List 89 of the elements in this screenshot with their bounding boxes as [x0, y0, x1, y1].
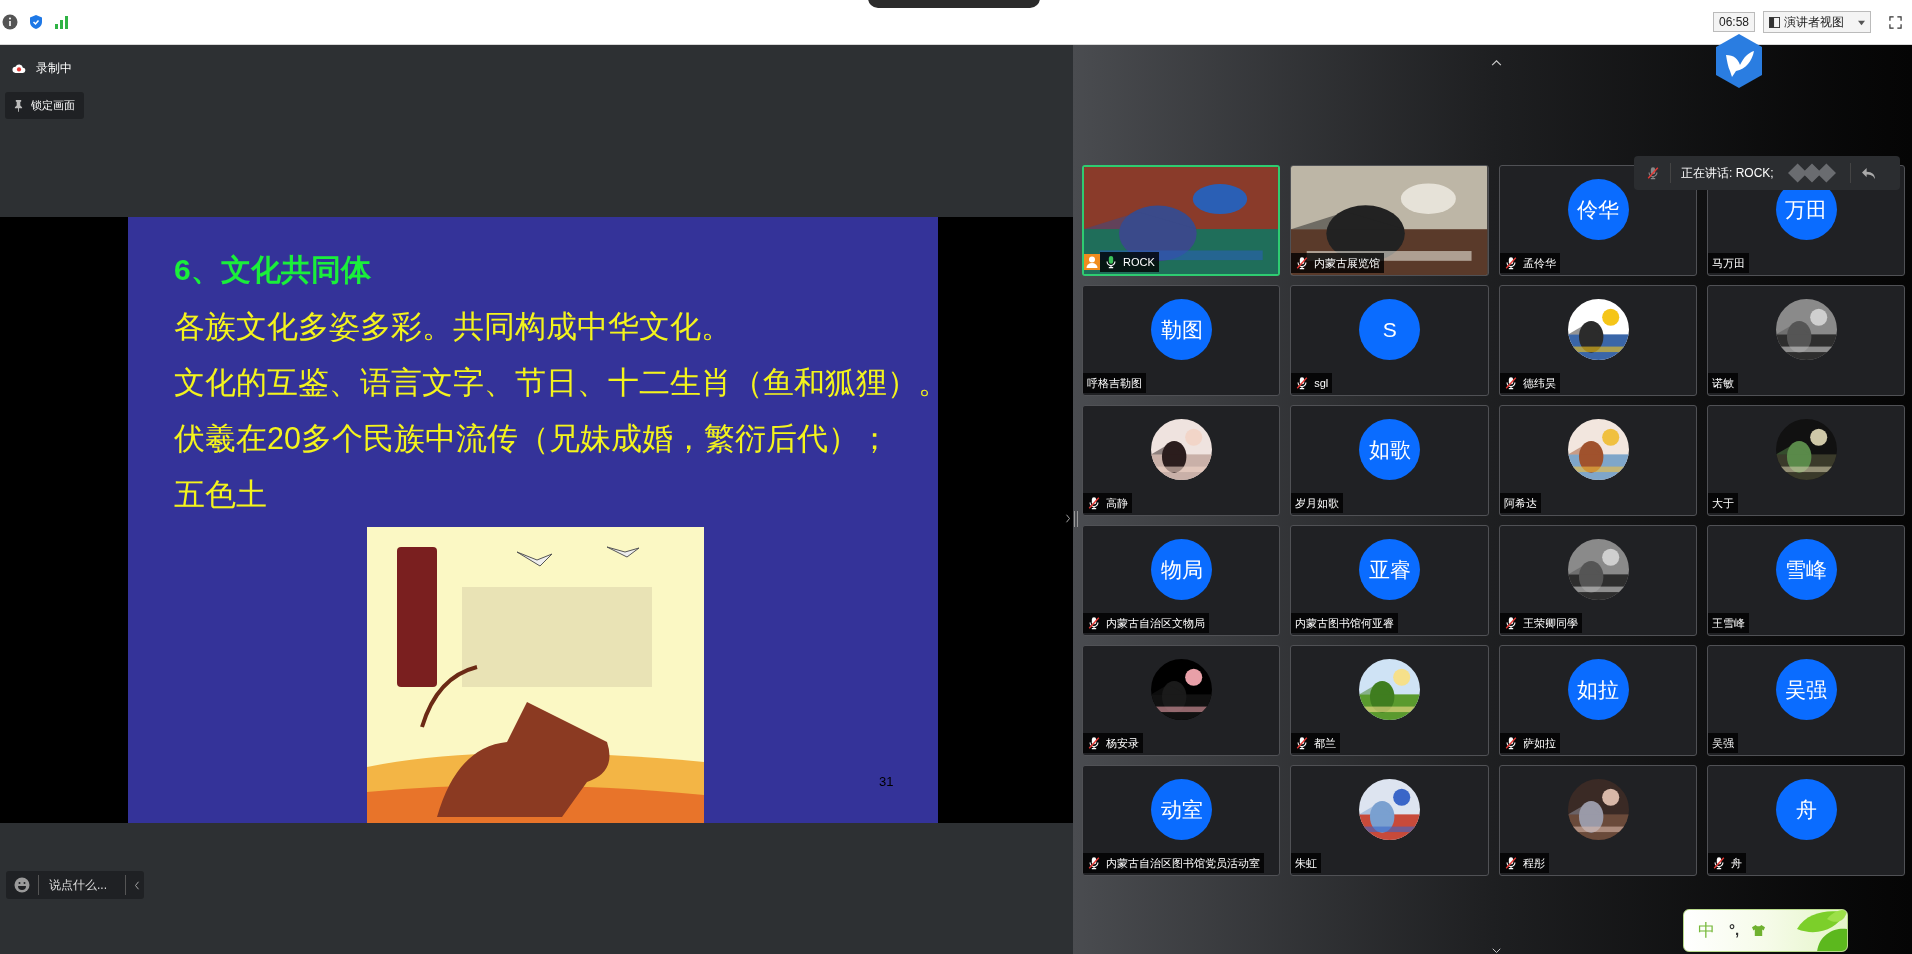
signal-icon[interactable] — [54, 14, 70, 30]
slide-title: 6、文化共同体 — [174, 252, 372, 288]
participant-name: 朱虹 — [1295, 855, 1318, 871]
participant-tile[interactable]: 动室 内蒙古自治区图书馆党员活动室 — [1082, 765, 1281, 876]
chevron-up-icon[interactable] — [1491, 59, 1502, 66]
participant-name: 杨安录 — [1106, 735, 1139, 751]
participant-name: 萨如拉 — [1522, 735, 1556, 751]
pin-icon — [14, 99, 23, 112]
avatar: 物局 — [1151, 539, 1212, 600]
participant-tile[interactable]: 诺敏 — [1706, 285, 1905, 396]
layout-icon — [1769, 16, 1780, 28]
avatar: 如歌 — [1359, 419, 1421, 480]
ime-toolbar[interactable]: 中 °, — [1683, 909, 1848, 952]
redacted-names-drawing — [1787, 163, 1836, 183]
chat-field[interactable]: 说点什么... — [49, 876, 125, 894]
lock-screen-button[interactable]: 锁定画面 — [5, 92, 84, 119]
avatar: 舟 — [1775, 779, 1837, 840]
chevron-right-icon[interactable] — [1065, 513, 1071, 524]
participant-name: ROCK — [1123, 254, 1155, 270]
slide-text: 各族文化多姿多彩。共同构成中华文化。 — [174, 308, 733, 345]
participant-name: 大于 — [1711, 495, 1734, 511]
participant-name: 德纬昊 — [1522, 375, 1556, 391]
timer: 06:58 — [1712, 12, 1755, 32]
participant-tile[interactable]: ROCK — [1082, 165, 1281, 276]
cloud-icon — [12, 62, 26, 74]
participant-name: 吴强 — [1711, 735, 1734, 751]
avatar: 雪峰 — [1775, 539, 1837, 600]
participant-tile[interactable]: 高静 — [1082, 405, 1281, 516]
participant-name: 王雪峰 — [1711, 615, 1745, 631]
participant-tile[interactable]: 王荣卿同學 — [1498, 525, 1697, 636]
participant-tile[interactable]: 亚睿 内蒙古图书馆何亚睿 — [1290, 525, 1489, 636]
ime-punctuation[interactable]: °, — [1729, 919, 1740, 942]
participant-name: 孟伶华 — [1522, 255, 1556, 271]
participant-name: 内蒙古图书馆何亚睿 — [1295, 615, 1395, 631]
avatar: 勒图 — [1151, 299, 1212, 360]
recording-label: 录制中 — [36, 60, 72, 77]
participant-name: 王荣卿同學 — [1522, 615, 1578, 631]
slide-text: 伏羲在20多个民族中流传（兄妹成婚，繁衍后代）； — [174, 420, 891, 457]
participant-name: 都兰 — [1314, 735, 1337, 751]
participant-name: 高静 — [1106, 495, 1128, 511]
caret-icon — [1858, 18, 1865, 26]
emoji-icon[interactable] — [14, 877, 30, 893]
drag-handle-icon[interactable] — [1074, 511, 1078, 527]
participant-tile[interactable]: 都兰 — [1290, 645, 1489, 756]
participant-name: 诺敏 — [1711, 375, 1734, 391]
participant-tile[interactable]: 如歌 岁月如歌 — [1290, 405, 1489, 516]
participant-tile[interactable]: 德纬昊 — [1498, 285, 1697, 396]
reply-icon[interactable] — [1860, 166, 1876, 180]
participant-tile[interactable]: 物局 内蒙古自治区文物局 — [1082, 525, 1281, 636]
page-number: 31 — [879, 773, 894, 791]
participant-tile[interactable]: 杨安录 — [1082, 645, 1281, 756]
participant-name: 岁月如歌 — [1295, 495, 1340, 511]
chevron-left-icon[interactable] — [134, 880, 140, 890]
fullscreen-icon[interactable] — [1889, 15, 1902, 29]
participant-tile[interactable]: 吴强 吴强 — [1706, 645, 1905, 756]
participant-tile[interactable]: S sgl — [1290, 285, 1489, 396]
avatar: 伶华 — [1567, 179, 1629, 240]
participant-name: 舟 — [1730, 855, 1742, 871]
participant-name: 程彤 — [1522, 855, 1545, 871]
slide-text: 五色土 — [174, 476, 268, 513]
participant-name: sgl — [1314, 375, 1329, 391]
chat-input[interactable]: 说点什么... — [6, 871, 144, 899]
participant-name: 呼格吉勒图 — [1087, 375, 1142, 391]
participant-tile[interactable]: 舟 舟 — [1706, 765, 1905, 876]
avatar: S — [1359, 299, 1421, 360]
avatar: 如拉 — [1567, 659, 1629, 720]
participant-name: 内蒙古自治区图书馆党员活动室 — [1106, 855, 1260, 871]
shield-icon[interactable] — [28, 14, 44, 30]
avatar: 动室 — [1151, 779, 1212, 840]
slide-text: 文化的互鉴、语言文字、节日、十二生肖（鱼和狐狸）。 — [174, 364, 938, 401]
participant-tile[interactable]: 阿希达 — [1498, 405, 1697, 516]
participant-tile[interactable]: 勒图 呼格吉勒图 — [1082, 285, 1281, 396]
bird-logo-icon[interactable] — [1714, 33, 1764, 89]
avatar: 亚睿 — [1359, 539, 1421, 600]
participant-tile[interactable]: 朱虹 — [1290, 765, 1489, 876]
view-dropdown[interactable]: 演讲者视图 — [1763, 11, 1871, 33]
participant-name: 马万田 — [1711, 255, 1745, 271]
avatar: 吴强 — [1775, 659, 1837, 720]
chevron-down-icon[interactable] — [1491, 948, 1502, 954]
participant-tile[interactable]: 大于 — [1706, 405, 1905, 516]
participant-name: 内蒙古自治区文物局 — [1106, 615, 1205, 631]
participant-tile[interactable]: 如拉 萨如拉 — [1498, 645, 1697, 756]
participant-tile[interactable]: 内蒙古展览馆 — [1290, 165, 1489, 276]
participant-name: 阿希达 — [1503, 495, 1537, 511]
muted-mic-icon — [1646, 166, 1660, 180]
participant-name: 内蒙古展览馆 — [1314, 255, 1381, 271]
info-icon[interactable] — [2, 14, 18, 30]
participant-tile[interactable]: 程彤 — [1498, 765, 1697, 876]
participant-tile[interactable]: 雪峰 王雪峰 — [1706, 525, 1905, 636]
